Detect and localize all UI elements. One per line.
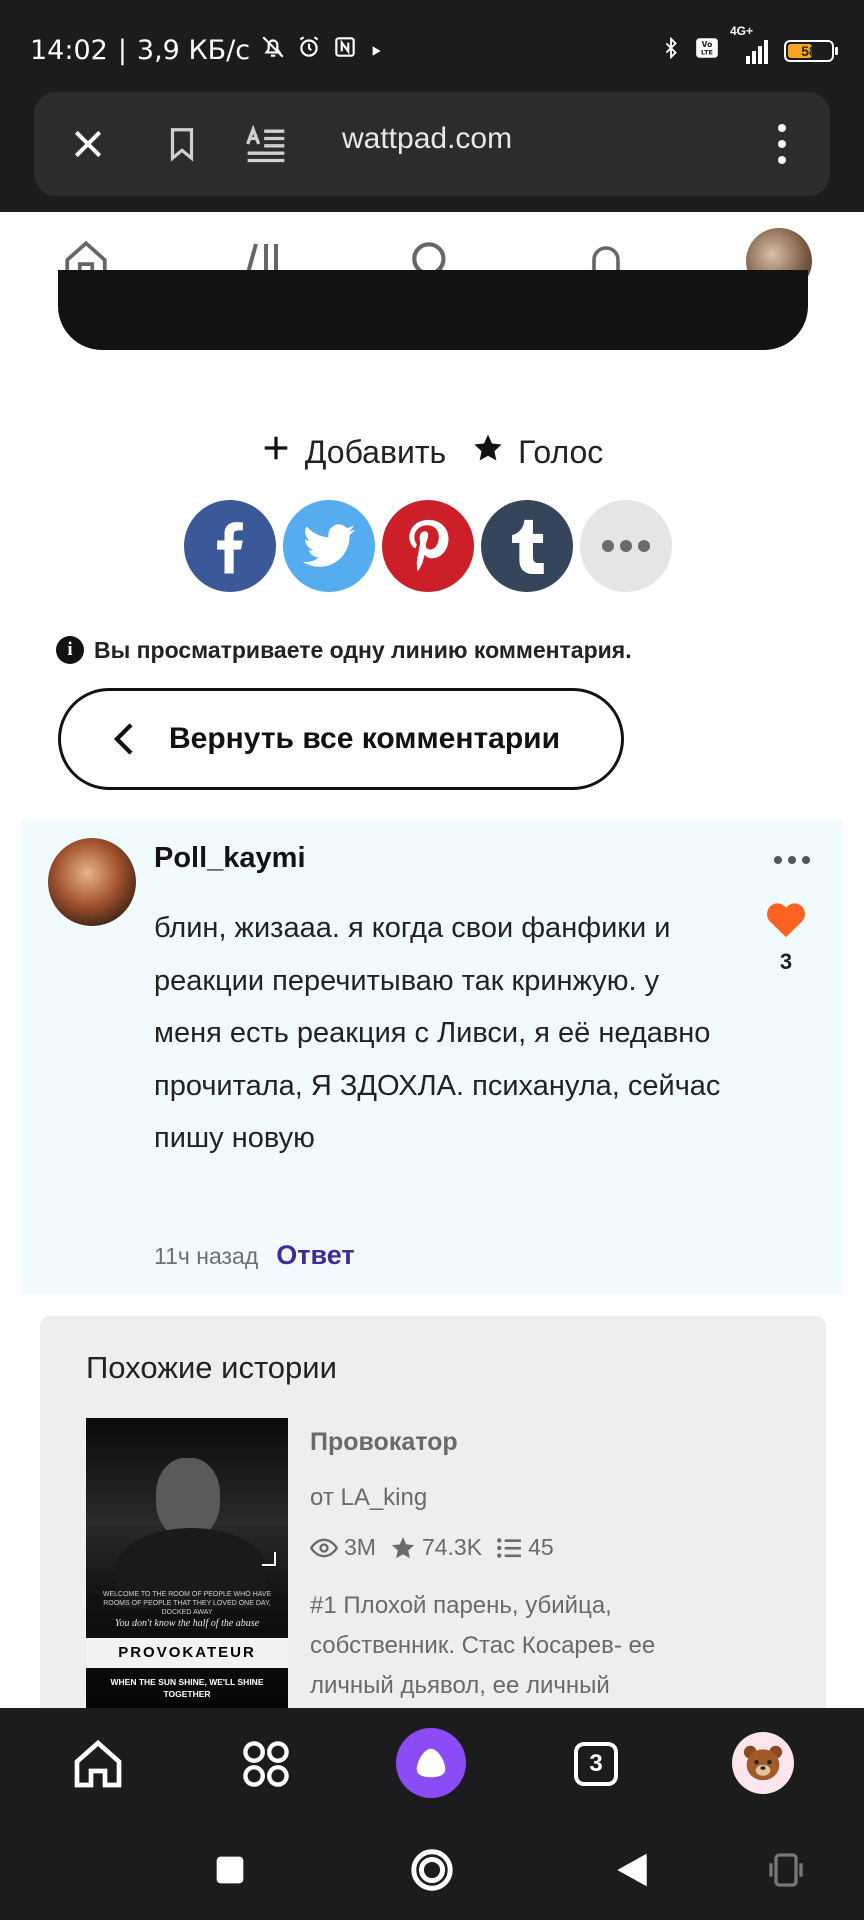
more-icon — [602, 540, 650, 552]
browser-toolbar: wattpad.com — [0, 92, 864, 212]
comment-meta: 11ч назад Ответ — [154, 1240, 355, 1271]
tumblr-share-button[interactable] — [481, 500, 573, 592]
circle-icon — [411, 1849, 453, 1891]
reply-button[interactable]: Ответ — [276, 1240, 354, 1271]
similar-stories-title: Похожие истории — [86, 1350, 337, 1385]
twitter-share-button[interactable] — [283, 500, 375, 592]
story-stats: 3M 74.3K 45 — [310, 1534, 554, 1561]
parts-stat: 45 — [496, 1534, 554, 1561]
vote-label: Голос — [518, 433, 604, 470]
battery-level: 58 — [801, 43, 817, 59]
profile-bear-icon[interactable] — [732, 1732, 794, 1794]
status-bar: 14:02 | 3,9 КБ/с Vo LTE 4G+ 58 — [0, 0, 864, 92]
alarm-icon — [296, 34, 322, 67]
back-button[interactable] — [608, 1846, 656, 1894]
rotate-icon — [769, 1853, 803, 1887]
comment: Poll_kaymi блин, жизааа. я когда свои фа… — [22, 820, 842, 1294]
heart-icon — [767, 903, 805, 938]
bluetooth-icon — [660, 34, 682, 68]
twitter-icon — [303, 524, 355, 567]
svg-text:LTE: LTE — [701, 49, 713, 57]
browser-bottom-nav: 3 — [0, 1708, 864, 1820]
status-speed: 3,9 КБ/с — [136, 35, 251, 66]
like-button[interactable]: 3 — [762, 902, 810, 975]
thread-notice: i Вы просматриваете одну линию комментар… — [56, 636, 632, 664]
like-count: 3 — [779, 949, 793, 974]
add-to-library-button[interactable]: Добавить — [261, 432, 446, 472]
show-all-comments-label: Вернуть все комментарии — [169, 722, 561, 755]
votes-count: 74.3K — [421, 1534, 483, 1560]
signal-icon: 4G+ — [730, 24, 772, 64]
facebook-icon — [217, 522, 243, 574]
more-share-button[interactable] — [580, 500, 672, 592]
home-button[interactable] — [408, 1846, 456, 1894]
nfc-icon — [332, 34, 358, 67]
bookmark-icon[interactable] — [156, 118, 208, 170]
reads-count: 3M — [344, 1534, 376, 1560]
parts-count: 45 — [528, 1534, 554, 1560]
show-all-comments-button[interactable]: Вернуть все комментарии — [58, 688, 624, 790]
close-icon[interactable] — [62, 118, 114, 170]
reads-stat: 3M — [310, 1534, 376, 1561]
reader-mode-icon[interactable] — [240, 118, 292, 170]
star-icon — [472, 432, 504, 472]
battery-icon: 58 — [784, 40, 838, 62]
status-separator: | — [117, 35, 127, 66]
info-icon: i — [56, 636, 84, 664]
story-description: #1 Плохой парень, убийца, собственник. С… — [310, 1592, 656, 1699]
volte-icon: Vo LTE — [694, 35, 720, 67]
similar-stories: Похожие истории WELCOME TO THE ROOM OF P… — [40, 1316, 826, 1718]
chevron-left-icon — [113, 722, 135, 756]
tabs-button[interactable]: 3 — [564, 1732, 628, 1796]
bell-off-icon — [260, 34, 286, 67]
star-icon — [391, 1536, 415, 1558]
alice-assistant-button[interactable] — [396, 1728, 466, 1798]
plus-icon — [261, 433, 291, 471]
browser-home-icon[interactable] — [66, 1732, 130, 1796]
pinterest-share-button[interactable] — [382, 500, 474, 592]
vote-button[interactable]: Голос — [472, 432, 603, 472]
pinterest-icon — [409, 519, 449, 571]
comment-text: блин, жизааа. я когда свои фанфики и реа… — [154, 912, 721, 1154]
square-icon — [216, 1856, 244, 1884]
status-right: Vo LTE 4G+ 58 — [660, 24, 838, 68]
status-time: 14:02 — [30, 35, 108, 66]
commenter-avatar[interactable] — [48, 838, 136, 926]
share-buttons — [184, 500, 672, 592]
cover-tagline: WHEN THE SUN SHINE, WE'LL SHINE TOGETHER — [110, 1677, 264, 1699]
votes-stat: 74.3K — [390, 1534, 482, 1561]
story-cover[interactable]: WELCOME TO THE ROOM OF PEOPLE WHO HAVE R… — [86, 1418, 288, 1718]
read-next-button[interactable] — [58, 270, 808, 350]
network-type: 4G+ — [730, 24, 754, 38]
commenter-username[interactable]: Poll_kaymi — [154, 842, 306, 875]
comment-time: 11ч назад — [154, 1243, 259, 1269]
cover-title: PROVOKATEUR — [86, 1638, 288, 1668]
story-title[interactable]: Провокатор — [310, 1428, 458, 1457]
menu-dots-icon[interactable] — [756, 118, 808, 170]
eye-icon — [310, 1538, 338, 1557]
recent-apps-button[interactable] — [206, 1846, 254, 1894]
system-navigation — [0, 1820, 864, 1920]
tumblr-icon — [512, 519, 544, 574]
cover-small-text: WELCOME TO THE ROOM OF PEOPLE WHO HAVE R… — [102, 1591, 272, 1616]
cover-italic-text: You don't know the half of the abuse — [114, 1618, 260, 1629]
services-grid-icon[interactable] — [234, 1732, 298, 1796]
story-author[interactable]: от LA_king — [310, 1484, 427, 1512]
list-icon — [497, 1537, 521, 1558]
status-left: 14:02 | 3,9 КБ/с — [30, 34, 384, 67]
tabs-count: 3 — [574, 1742, 618, 1786]
address-bar: wattpad.com — [34, 92, 830, 196]
play-icon — [368, 35, 384, 66]
triangle-back-icon — [617, 1853, 647, 1887]
facebook-share-button[interactable] — [184, 500, 276, 592]
url-text[interactable]: wattpad.com — [342, 122, 512, 156]
story-actions: Добавить Голос — [0, 432, 864, 472]
add-label: Добавить — [304, 433, 447, 470]
comment-options-icon[interactable] — [774, 856, 810, 864]
alice-icon — [416, 1748, 446, 1778]
notice-text: Вы просматриваете одну линию комментария… — [94, 636, 632, 663]
rotate-screen-button[interactable] — [762, 1846, 810, 1894]
